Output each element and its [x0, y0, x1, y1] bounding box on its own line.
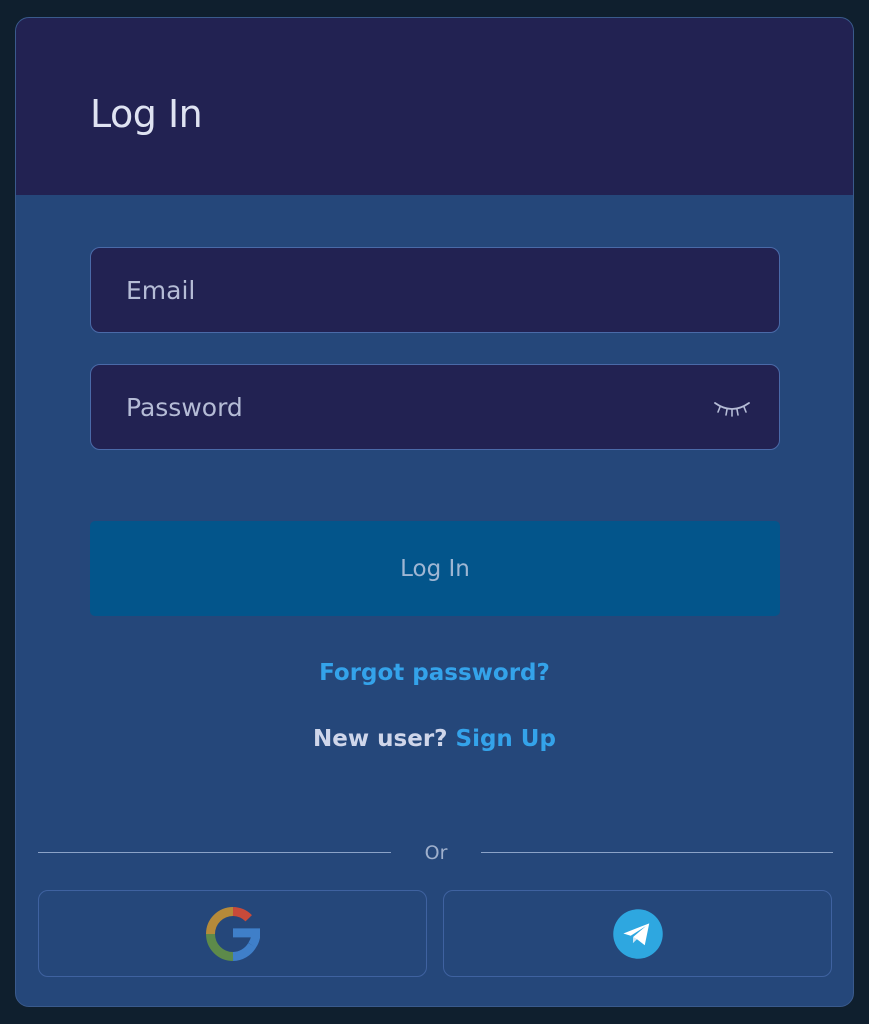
divider-line-left [38, 852, 391, 853]
page-title: Log In [90, 92, 203, 136]
divider-line-right [481, 852, 833, 853]
sign-up-link[interactable]: Sign Up [456, 726, 556, 752]
password-field [90, 364, 780, 450]
signup-row: New user? Sign Up [16, 726, 853, 752]
forgot-password-link[interactable]: Forgot password? [16, 660, 853, 686]
telegram-login-button[interactable] [443, 890, 832, 977]
divider-label: Or [424, 842, 448, 864]
card-header: Log In [16, 18, 853, 195]
google-login-button[interactable] [38, 890, 427, 977]
google-icon [205, 906, 260, 961]
eye-closed-icon[interactable] [712, 397, 752, 421]
or-divider: Or [38, 842, 833, 864]
email-input[interactable] [91, 248, 779, 332]
new-user-prompt: New user? [313, 726, 448, 752]
login-button[interactable]: Log In [90, 521, 780, 616]
password-input[interactable] [91, 365, 779, 449]
telegram-icon [612, 908, 663, 959]
email-field [90, 247, 780, 333]
login-card: Log In Log In Forgot password? New user?… [15, 17, 854, 1007]
